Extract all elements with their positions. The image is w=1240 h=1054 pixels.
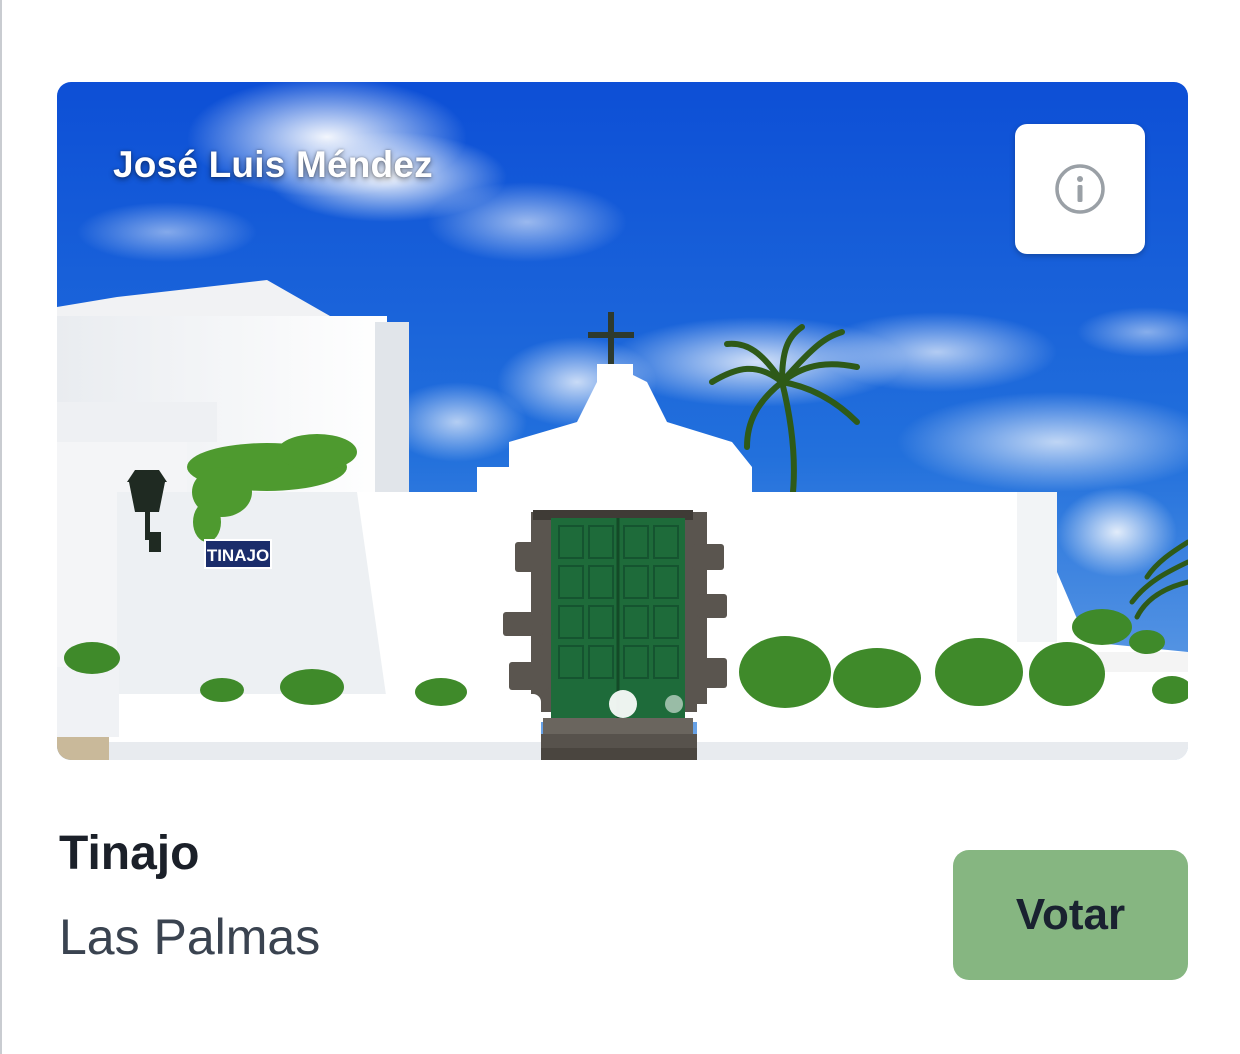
- town-photo[interactable]: TINAJO José Luis Méndez: [57, 82, 1188, 760]
- photo-credit: José Luis Méndez: [113, 144, 433, 185]
- steps: [531, 718, 711, 760]
- info-button[interactable]: [1015, 124, 1145, 254]
- carousel-dot-1[interactable]: [609, 690, 637, 718]
- carousel-dot-2[interactable]: [665, 695, 683, 713]
- info-circle-icon: [1055, 164, 1105, 214]
- street-sign: TINAJO: [204, 539, 272, 569]
- town-name: Tinajo: [59, 827, 200, 880]
- carousel-indicator: [609, 690, 683, 718]
- town-region: Las Palmas: [59, 909, 321, 965]
- green-door: [551, 518, 685, 718]
- vote-button[interactable]: Votar: [953, 850, 1188, 980]
- svg-text:TINAJO: TINAJO: [207, 546, 269, 565]
- page: TINAJO José Luis Méndez Tinajo Las Palma…: [0, 0, 1240, 1054]
- town-card: TINAJO José Luis Méndez Tinajo Las Palma…: [2, 0, 1240, 1054]
